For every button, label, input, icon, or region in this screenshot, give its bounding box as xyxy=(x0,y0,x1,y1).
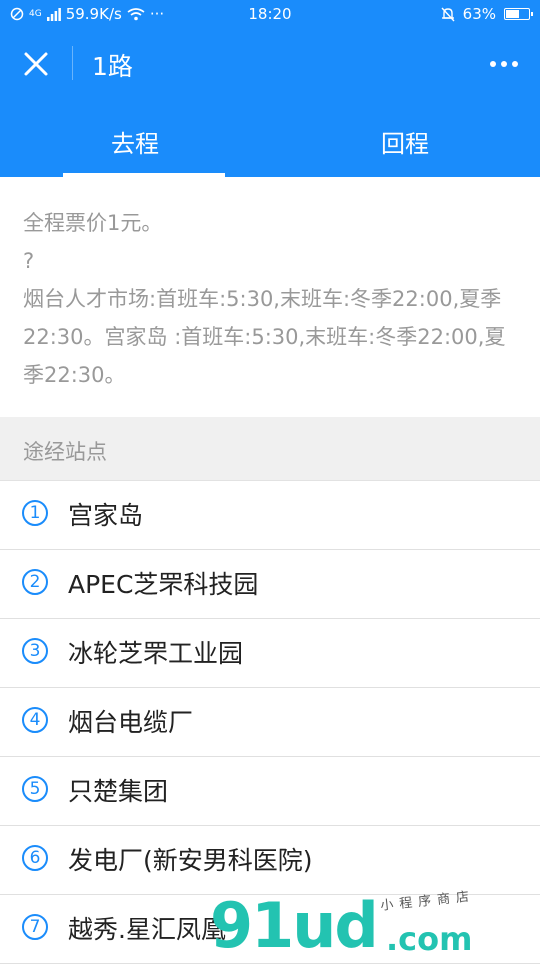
stop-name: APEC芝罘科技园 xyxy=(68,570,259,599)
stop-list: 1 宫家岛 2 APEC芝罘科技园 3 冰轮芝罘工业园 4 烟台电缆厂 5 只楚… xyxy=(0,481,540,964)
direction-tabs: 去程 回程 xyxy=(0,98,540,177)
nav-divider xyxy=(72,46,73,80)
stop-name: 只楚集团 xyxy=(68,777,169,806)
stop-number-badge: 1 xyxy=(22,500,48,526)
stops-section-header: 途经站点 xyxy=(0,417,540,481)
fare-text: 全程票价1元。 xyxy=(23,211,163,235)
stop-item[interactable]: 1 宫家岛 xyxy=(0,481,540,550)
status-bar: 4G 59.9K/s ··· 18:20 63% xyxy=(0,0,540,30)
nav-bar: 1路 xyxy=(0,30,540,98)
stop-item[interactable]: 6 发电厂(新安男科医院) xyxy=(0,826,540,895)
tab-label: 去程 xyxy=(111,130,159,158)
schedule-text: 烟台人才市场:首班车:5:30,末班车:冬季22:00,夏季22:30。宫家岛 … xyxy=(23,287,506,387)
battery-icon xyxy=(504,8,533,20)
stop-item[interactable]: 7 越秀.星汇凤凰 xyxy=(0,895,540,964)
info-line: ? xyxy=(23,249,35,273)
bell-muted-icon xyxy=(441,7,455,21)
stop-item[interactable]: 2 APEC芝罘科技园 xyxy=(0,550,540,619)
battery-percent: 63% xyxy=(462,5,496,23)
tab-label: 回程 xyxy=(381,130,429,158)
stop-item[interactable]: 5 只楚集团 xyxy=(0,757,540,826)
stop-number-badge: 3 xyxy=(22,638,48,664)
more-dot-icon xyxy=(512,61,518,67)
more-options-button[interactable] xyxy=(484,50,524,78)
more-dot-icon xyxy=(490,61,496,67)
stop-number-badge: 2 xyxy=(22,569,48,595)
stop-name: 发电厂(新安男科医院) xyxy=(68,846,313,875)
tab-outbound[interactable]: 去程 xyxy=(0,98,270,177)
stop-name: 烟台电缆厂 xyxy=(68,708,194,737)
stop-name: 冰轮芝罘工业园 xyxy=(68,639,244,668)
route-info: 全程票价1元。 ? 烟台人才市场:首班车:5:30,末班车:冬季22:00,夏季… xyxy=(0,177,540,417)
stop-name: 宫家岛 xyxy=(68,501,144,530)
more-dot-icon xyxy=(501,61,507,67)
stop-item[interactable]: 3 冰轮芝罘工业园 xyxy=(0,619,540,688)
stop-number-badge: 6 xyxy=(22,845,48,871)
close-icon xyxy=(24,52,48,76)
stop-number-badge: 5 xyxy=(22,776,48,802)
stop-number-badge: 4 xyxy=(22,707,48,733)
stop-number-badge: 7 xyxy=(22,914,48,940)
stop-name: 越秀.星汇凤凰 xyxy=(68,915,226,944)
page-title: 1路 xyxy=(92,52,133,81)
stop-item[interactable]: 4 烟台电缆厂 xyxy=(0,688,540,757)
tab-return[interactable]: 回程 xyxy=(270,98,540,177)
close-button[interactable] xyxy=(16,44,56,84)
